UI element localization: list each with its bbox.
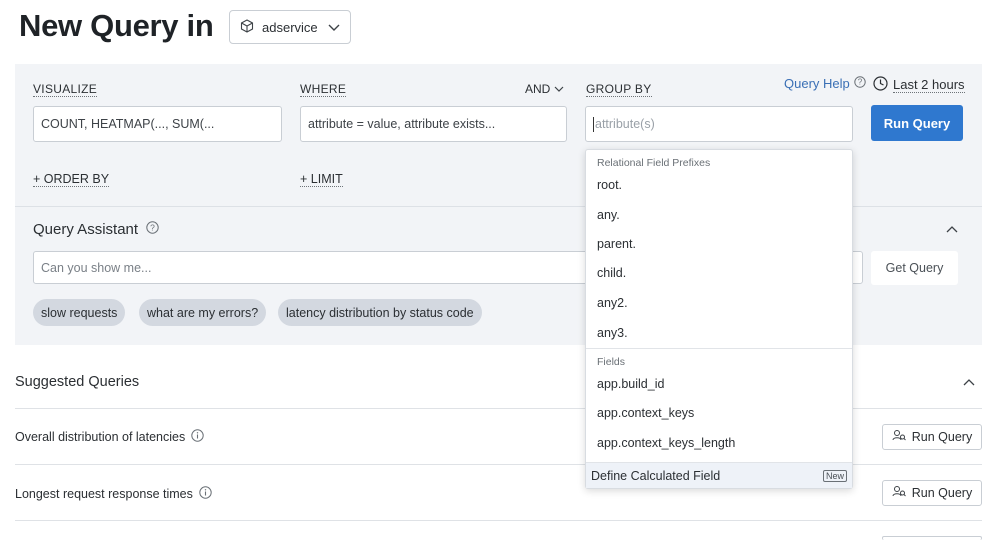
group-by-label: GROUP BY	[586, 82, 652, 97]
dropdown-item[interactable]: child.	[597, 266, 626, 280]
visualize-value: COUNT, HEATMAP(..., SUM(...	[41, 117, 215, 131]
run-query-button[interactable]: Run Query	[871, 105, 963, 141]
group-by-input[interactable]: attribute(s)	[585, 106, 853, 142]
suggestion-chip[interactable]: slow requests	[33, 299, 126, 326]
chevron-up-icon[interactable]	[962, 374, 976, 392]
dataset-select[interactable]: adservice	[229, 10, 351, 44]
suggested-query-row: Longest request response times	[15, 486, 212, 502]
dropdown-divider	[586, 348, 852, 349]
dataset-name: adservice	[262, 19, 318, 35]
help-circle-icon: ?	[854, 76, 866, 91]
chevron-up-icon[interactable]	[945, 221, 959, 239]
page-title: New Query in	[19, 8, 214, 43]
suggestion-chip[interactable]: latency distribution by status code	[278, 299, 482, 326]
group-by-placeholder: attribute(s)	[595, 117, 655, 131]
query-help-label: Query Help	[784, 76, 850, 91]
limit-link[interactable]: + LIMIT	[300, 172, 343, 187]
and-toggle-label: AND	[525, 82, 551, 96]
suggested-queries-title: Suggested Queries	[15, 374, 140, 390]
dropdown-item[interactable]: app.context_keys	[597, 406, 694, 420]
dropdown-item[interactable]: any.	[597, 208, 620, 222]
text-caret	[593, 116, 594, 132]
visualize-input[interactable]: COUNT, HEATMAP(..., SUM(...	[33, 106, 282, 142]
time-range-label: Last 2 hours	[893, 77, 965, 93]
and-toggle[interactable]: AND	[525, 82, 564, 96]
cube-icon	[240, 18, 254, 36]
divider	[15, 520, 982, 521]
info-icon[interactable]	[191, 429, 204, 445]
dropdown-item[interactable]: any3.	[597, 326, 628, 340]
run-query-label: Run Query	[911, 430, 973, 444]
visualize-label: VISUALIZE	[33, 82, 98, 97]
suggested-run-query-button[interactable]: Run Query	[882, 480, 982, 506]
dropdown-item[interactable]: root.	[597, 178, 622, 192]
svg-text:?: ?	[858, 78, 863, 87]
suggested-run-query-button[interactable]	[882, 536, 982, 540]
suggested-query-label: Longest request response times	[15, 487, 193, 501]
dropdown-item[interactable]: parent.	[597, 237, 636, 251]
query-assistant-heading: Query Assistant ?	[33, 221, 159, 238]
where-label: WHERE	[300, 82, 347, 97]
suggested-run-query-button[interactable]: Run Query	[882, 424, 982, 450]
dropdown-item[interactable]: app.context_keys_length	[597, 436, 735, 450]
define-calculated-field-item[interactable]: Define Calculated Field New	[586, 463, 852, 488]
query-person-icon	[892, 485, 906, 501]
clock-icon	[873, 76, 888, 94]
run-query-label: Run Query	[911, 486, 973, 500]
info-icon[interactable]	[199, 486, 212, 502]
chevron-down-icon	[554, 82, 564, 96]
dropdown-section-heading: Fields	[597, 356, 626, 368]
help-circle-icon[interactable]: ?	[146, 221, 159, 238]
get-query-button[interactable]: Get Query	[871, 251, 958, 285]
query-person-icon	[892, 429, 906, 445]
suggestion-chip[interactable]: what are my errors?	[139, 299, 267, 326]
svg-text:?: ?	[150, 222, 155, 232]
where-input[interactable]: attribute = value, attribute exists...	[300, 106, 567, 142]
group-by-dropdown: Relational Field Prefixes root. any. par…	[585, 149, 853, 489]
where-value: attribute = value, attribute exists...	[308, 117, 496, 131]
chevron-down-icon	[328, 20, 340, 35]
dropdown-section-heading: Relational Field Prefixes	[597, 157, 711, 169]
dropdown-item[interactable]: app.build_id	[597, 377, 664, 391]
time-range-picker[interactable]: Last 2 hours	[873, 76, 965, 94]
dropdown-item[interactable]: any2.	[597, 296, 628, 310]
suggested-query-row: Overall distribution of latencies	[15, 429, 204, 445]
query-assistant-title: Query Assistant	[33, 221, 139, 238]
order-by-link[interactable]: + ORDER BY	[33, 172, 110, 187]
new-badge: New	[822, 469, 847, 482]
define-calculated-field-label: Define Calculated Field	[591, 468, 721, 483]
assistant-placeholder: Can you show me...	[41, 260, 152, 275]
query-help-link[interactable]: Query Help ?	[784, 76, 866, 91]
suggested-query-label: Overall distribution of latencies	[15, 430, 186, 444]
